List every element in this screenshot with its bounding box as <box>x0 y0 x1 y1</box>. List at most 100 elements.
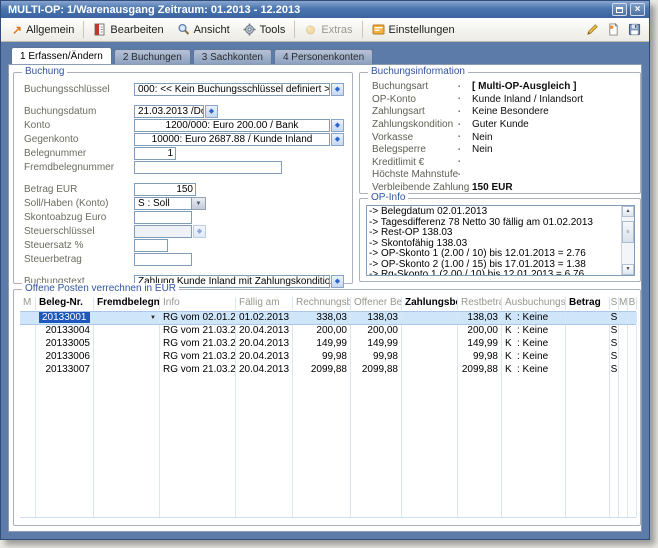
cell-betrag[interactable] <box>566 364 610 377</box>
cell-betrag[interactable] <box>566 312 610 324</box>
selected-cell-value[interactable]: 20133001 <box>39 312 90 323</box>
binfo-row-op-konto: OP-Konto▪Kunde Inland / Inlandsort <box>372 94 634 106</box>
cell-zahlungsbetrag[interactable] <box>402 364 458 377</box>
scrollbar-thumb[interactable]: ≡ <box>622 221 634 243</box>
cell-betrag[interactable] <box>566 325 610 338</box>
cell-betrag[interactable] <box>566 338 610 351</box>
gear-icon <box>243 23 256 36</box>
cell-ausbuchungsart[interactable]: K: Keine <box>502 325 566 338</box>
cell-value: K <box>505 338 517 350</box>
konto-combo[interactable]: 1200/000: Euro 200.00 / Bank ◆ <box>134 119 344 132</box>
col-header-s[interactable]: S <box>610 297 619 310</box>
cell-faellig-am: 20.04.2013 /Sa <box>236 338 293 351</box>
buchungsdatum-value[interactable]: 21.03.2013 /Do <box>134 105 204 118</box>
close-button[interactable]: × <box>630 3 645 16</box>
col-header-betrag[interactable]: Betrag <box>566 297 610 310</box>
lookup-icon[interactable]: ◆ <box>331 119 344 132</box>
cell-fremdbelegnummer[interactable] <box>94 351 160 364</box>
col-header-fremdbelegnummer[interactable]: Fremdbelegnummer <box>94 297 160 310</box>
op-info-scrollbar[interactable]: ▲ ≡ ▼ <box>621 206 634 275</box>
cell-beleg-nr[interactable]: 20133007 <box>36 364 94 377</box>
buchungsdatum-combo[interactable]: 21.03.2013 /Do ◆ <box>134 105 218 118</box>
fremdbelegnummer-input[interactable] <box>134 161 282 174</box>
buchungsschluessel-value[interactable]: 000: << Kein Buchungsschlüssel definiert… <box>134 83 330 96</box>
pen-icon[interactable] <box>586 23 599 36</box>
chevron-down-icon[interactable]: ▼ <box>192 197 206 210</box>
skontoabzug-input[interactable] <box>134 211 192 224</box>
tab-buchungen[interactable]: 2 Buchungen <box>114 49 191 64</box>
scroll-up-icon[interactable]: ▲ <box>622 206 634 217</box>
scroll-down-icon[interactable]: ▼ <box>622 264 634 275</box>
col-header-beleg-nr[interactable]: Beleg-Nr. <box>36 297 94 310</box>
cell-ausbuchungsart[interactable]: K: Keine <box>502 312 566 324</box>
lookup-icon[interactable]: ◆ <box>331 275 344 288</box>
cell-offener-betrag: 99,98 <box>351 351 402 364</box>
cell-zahlungsbetrag[interactable] <box>402 338 458 351</box>
cell-ausbuchungsart[interactable]: K: Keine <box>502 338 566 351</box>
new-document-icon[interactable] <box>607 23 620 36</box>
table-row[interactable]: 20133004 RG vom 21.03.2013 20.04.2013 /S… <box>20 325 636 338</box>
chevron-down-icon[interactable]: ▼ <box>150 312 156 324</box>
gegenkonto-value[interactable]: 10000: Euro 2687.88 / Kunde Inland <box>134 133 330 146</box>
belegnummer-input[interactable] <box>134 147 176 160</box>
equals-icon: ▪ <box>458 183 472 193</box>
col-header-faellig-am[interactable]: Fällig am <box>236 297 293 310</box>
soll-haben-combo[interactable]: S : Soll ▼ <box>134 197 206 210</box>
table-row[interactable]: 20133005 RG vom 21.03.2013 20.04.2013 /S… <box>20 338 636 351</box>
col-header-offener-betrag[interactable]: Offener Betrag <box>351 297 402 310</box>
cell-zahlungsbetrag[interactable] <box>402 325 458 338</box>
tab-erfassen-aendern[interactable]: 1 Erfassen/Ändern <box>11 47 112 64</box>
cell-ausbuchungsart[interactable]: K: Keine <box>502 364 566 377</box>
cell-m2 <box>619 312 628 324</box>
cell-zahlungsbetrag[interactable] <box>402 351 458 364</box>
soll-haben-value[interactable]: S : Soll <box>134 197 192 210</box>
col-header-ausbuchungsart[interactable]: Ausbuchungsart <box>502 297 566 310</box>
lookup-icon[interactable]: ◆ <box>331 83 344 96</box>
lookup-icon[interactable]: ◆ <box>205 105 218 118</box>
menu-bearbeiten[interactable]: Bearbeiten <box>87 21 169 38</box>
cell-b <box>628 338 637 351</box>
restore-button[interactable] <box>612 3 627 16</box>
table-row[interactable]: 20133006 RG vom 21.03.2013 20.04.2013 /S… <box>20 351 636 364</box>
col-header-m2[interactable]: M <box>619 297 628 310</box>
equals-icon: ▪ <box>458 170 472 180</box>
tab-sachkonten[interactable]: 3 Sachkonten <box>193 49 272 64</box>
table-row[interactable]: 20133007 RG vom 21.03.2013 20.04.2013 /S… <box>20 364 636 377</box>
cell-info: RG vom 21.03.2013 <box>160 351 236 364</box>
col-header-rechnungsbetrag[interactable]: Rechnungsbetrag <box>293 297 351 310</box>
save-icon[interactable] <box>628 23 641 36</box>
cell-betrag[interactable] <box>566 351 610 364</box>
lookup-icon[interactable]: ◆ <box>331 133 344 146</box>
col-header-info[interactable]: Info <box>160 297 236 310</box>
scrollbar-track[interactable]: ≡ <box>622 217 634 264</box>
cell-fremdbelegnummer[interactable] <box>94 338 160 351</box>
window-title: MULTI-OP: 1/Warenausgang Zeitraum: 01.20… <box>8 4 609 16</box>
col-header-b[interactable]: B <box>628 297 637 310</box>
menu-ansicht[interactable]: Ansicht <box>171 21 236 38</box>
cell-zahlungsbetrag[interactable] <box>402 312 458 324</box>
col-header-m[interactable]: M <box>20 297 36 310</box>
tab-personenkonten[interactable]: 4 Personenkonten <box>274 49 373 64</box>
menu-tools[interactable]: Tools <box>237 21 292 38</box>
menu-allgemein[interactable]: ↗ Allgemein <box>6 22 80 38</box>
konto-value[interactable]: 1200/000: Euro 200.00 / Bank <box>134 119 330 132</box>
table-row[interactable]: 20133001▼ ▼ RG vom 02.01.2013 01.02.2013… <box>20 311 636 325</box>
cell-fremdbelegnummer[interactable] <box>94 364 160 377</box>
menu-separator <box>362 21 363 38</box>
steuersatz-input[interactable] <box>134 239 168 252</box>
cell-beleg-nr[interactable]: 20133005 <box>36 338 94 351</box>
gegenkonto-combo[interactable]: 10000: Euro 2687.88 / Kunde Inland ◆ <box>134 133 344 146</box>
steuerschluessel-combo: ◆ <box>134 225 206 238</box>
menu-einstellungen[interactable]: Einstellungen <box>366 21 461 38</box>
cell-beleg-nr[interactable]: 20133001▼ <box>36 312 94 324</box>
col-header-zahlungsbetrag[interactable]: Zahlungsbetrag <box>402 297 458 310</box>
col-header-restbetrag[interactable]: Restbetrag <box>458 297 502 310</box>
buchungsschluessel-combo[interactable]: 000: << Kein Buchungsschlüssel definiert… <box>134 83 344 96</box>
steuerbetrag-input[interactable] <box>134 253 192 266</box>
betrag-eur-input[interactable] <box>134 183 196 196</box>
cell-fremdbelegnummer[interactable] <box>94 325 160 338</box>
cell-beleg-nr[interactable]: 20133006 <box>36 351 94 364</box>
cell-ausbuchungsart[interactable]: K: Keine <box>502 351 566 364</box>
cell-fremdbelegnummer[interactable]: ▼ <box>94 312 160 324</box>
cell-beleg-nr[interactable]: 20133004 <box>36 325 94 338</box>
